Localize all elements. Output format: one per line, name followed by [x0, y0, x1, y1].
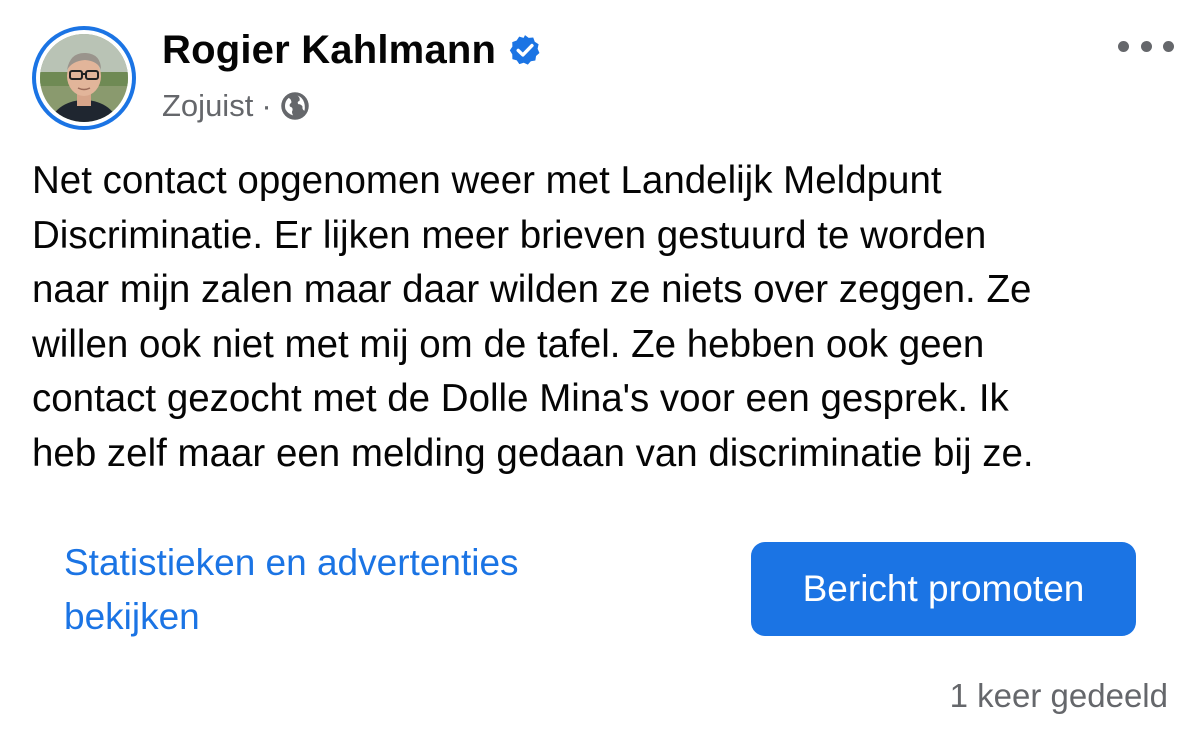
post-text-line: Discriminatie. Er lijken meer brieven ge…: [32, 213, 987, 257]
author-name[interactable]: Rogier Kahlmann: [162, 26, 542, 74]
globe-icon[interactable]: [280, 91, 310, 121]
author-name-text[interactable]: Rogier Kahlmann: [162, 26, 496, 74]
promote-post-button[interactable]: Bericht promoten: [751, 542, 1136, 636]
meta-separator: ·: [261, 88, 272, 123]
timestamp[interactable]: Zojuist: [162, 86, 253, 126]
post-text-line: heb zelf maar een melding gedaan van dis…: [32, 431, 1034, 475]
view-insights-link-line[interactable]: bekijken: [64, 590, 624, 644]
post-text-line: contact gezocht met de Dolle Mina's voor…: [32, 377, 1009, 420]
post-text: Net contact opgenomen weer met Landelijk…: [32, 154, 1182, 481]
more-options-button[interactable]: [1118, 32, 1174, 60]
avatar-story-ring[interactable]: [32, 26, 136, 130]
view-insights-link-line[interactable]: Statistieken en advertenties: [64, 536, 624, 590]
avatar[interactable]: [40, 34, 128, 122]
verified-badge-icon: [509, 35, 540, 65]
post-text-line: Net contact opgenomen weer met Landelijk…: [32, 159, 942, 202]
more-options-icon-dot: [1118, 40, 1129, 52]
more-options-icon-dot: [1163, 40, 1174, 52]
view-insights-link[interactable]: Statistieken en advertenties bekijken: [64, 536, 624, 644]
post-text-line: willen ook niet met mij om de tafel. Ze …: [32, 322, 985, 366]
facebook-post: Rogier Kahlmann Zojuist · Net contact op…: [0, 0, 1200, 734]
more-options-icon-dot: [1140, 40, 1152, 52]
share-count[interactable]: 1 keer gedeeld: [950, 674, 1168, 718]
avatar-frame: [36, 30, 132, 126]
post-text-line: naar mijn zalen maar daar wilden ze niet…: [32, 268, 1032, 311]
post-meta: Zojuist ·: [162, 86, 310, 126]
